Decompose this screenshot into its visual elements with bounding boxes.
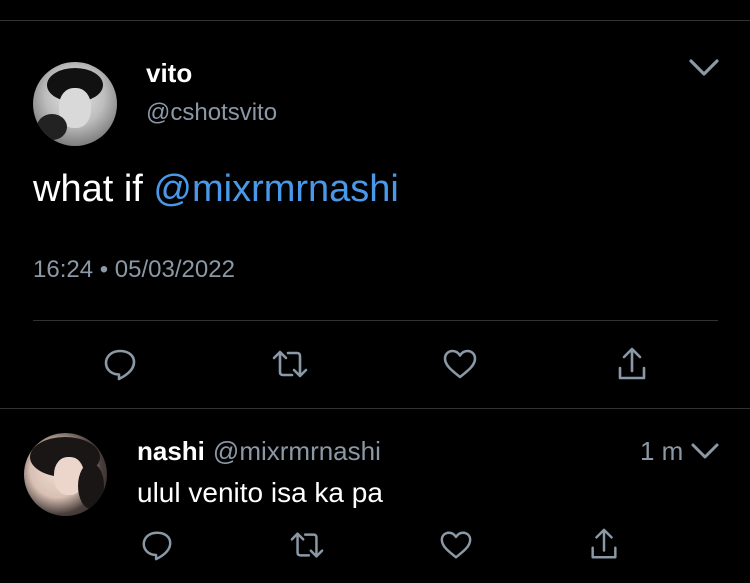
reply-text: ulul venito isa ka pa bbox=[137, 477, 383, 508]
reply-time[interactable]: 1 m bbox=[640, 436, 683, 467]
reply-share-button[interactable] bbox=[584, 524, 624, 564]
reply-icon bbox=[104, 349, 136, 381]
timestamp-divider bbox=[33, 320, 718, 321]
like-icon bbox=[440, 531, 472, 559]
author-avatar[interactable] bbox=[33, 62, 117, 146]
reply-divider bbox=[0, 408, 750, 409]
tweet-text-prefix: what if bbox=[33, 168, 154, 210]
reply-icon bbox=[142, 531, 172, 561]
reply-button[interactable] bbox=[100, 344, 140, 384]
author-display-name[interactable]: vito bbox=[146, 58, 192, 89]
like-icon bbox=[443, 349, 477, 379]
reply-avatar-side-hair-shape bbox=[78, 463, 104, 509]
reply-reply-button[interactable] bbox=[137, 525, 177, 565]
reply-menu-chevron-icon[interactable] bbox=[690, 442, 720, 465]
retweet-icon bbox=[272, 350, 308, 378]
reply-header: nashi @mixrmrnashi bbox=[137, 436, 381, 467]
tweet-text: what if @mixrmrnashi bbox=[33, 168, 399, 211]
tweet-menu-chevron-icon[interactable] bbox=[688, 58, 720, 83]
retweet-button[interactable] bbox=[270, 344, 310, 384]
reply-author-handle[interactable]: @mixrmrnashi bbox=[213, 436, 381, 466]
tweet-mention-link[interactable]: @mixrmrnashi bbox=[153, 168, 398, 210]
top-divider bbox=[0, 20, 750, 21]
share-icon bbox=[618, 347, 646, 380]
share-icon bbox=[591, 528, 617, 559]
author-handle[interactable]: @cshotsvito bbox=[146, 99, 277, 127]
share-button[interactable] bbox=[612, 344, 652, 384]
like-button[interactable] bbox=[440, 344, 480, 384]
reply-author-display-name[interactable]: nashi bbox=[137, 436, 205, 466]
reply-retweet-button[interactable] bbox=[287, 525, 327, 565]
retweet-icon bbox=[290, 532, 324, 558]
reply-like-button[interactable] bbox=[436, 525, 476, 565]
avatar-hand-shape bbox=[37, 114, 67, 140]
tweet-timestamp[interactable]: 16:24 • 05/03/2022 bbox=[33, 256, 235, 284]
reply-author-avatar[interactable] bbox=[24, 433, 107, 516]
